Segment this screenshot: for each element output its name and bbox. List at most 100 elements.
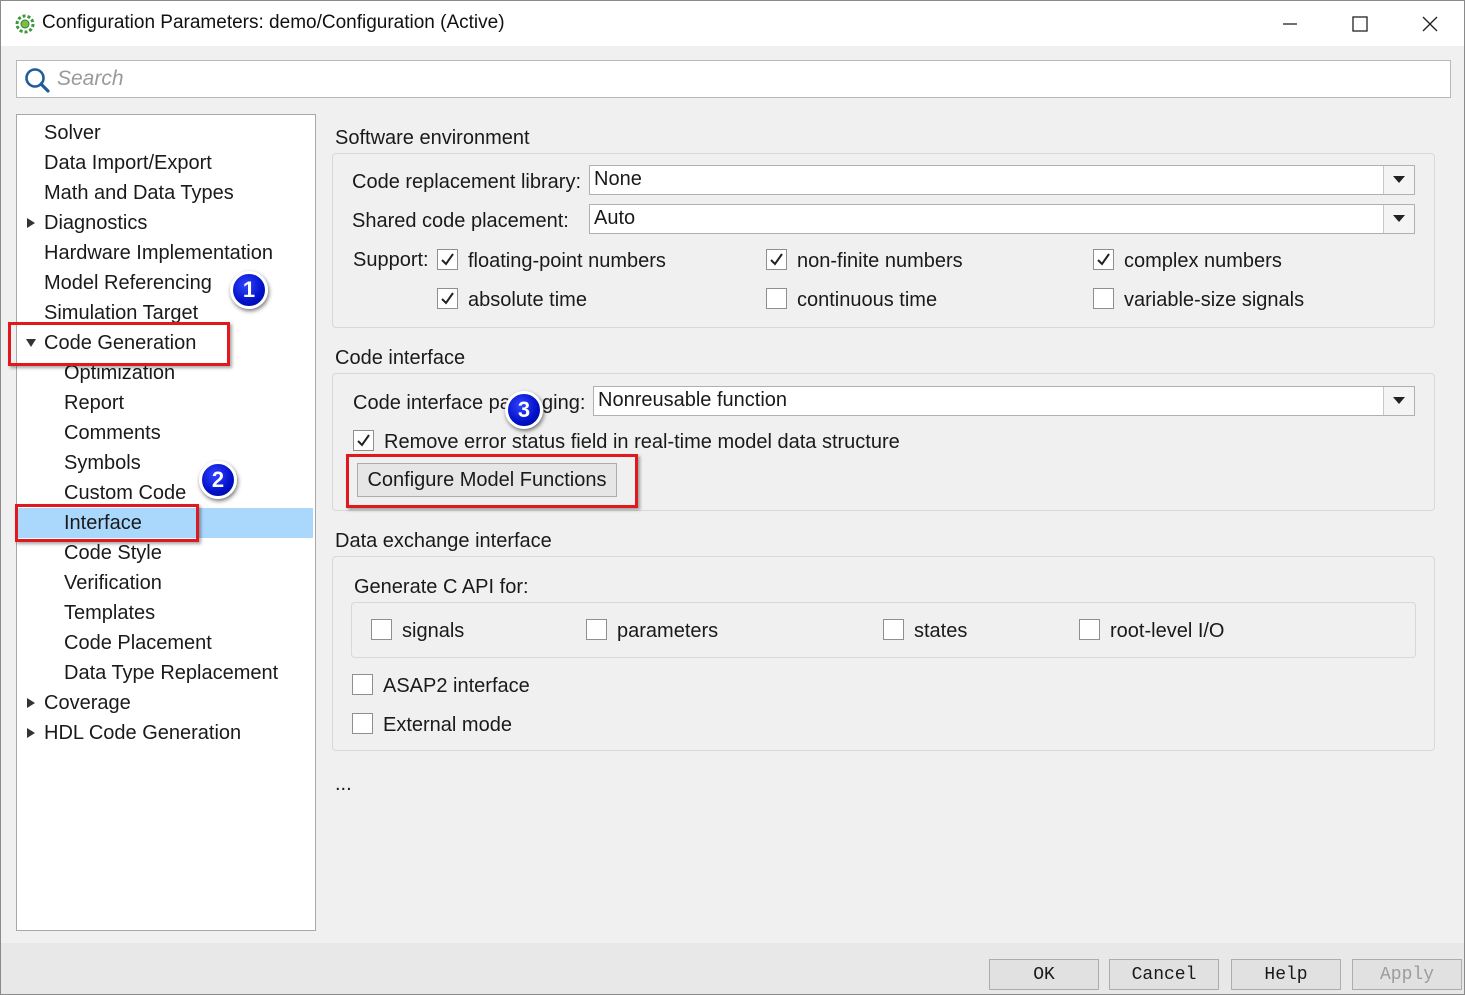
minimize-button[interactable] [1255,1,1325,46]
tree-item-label: Code Placement [64,632,212,654]
data-exchange-title: Data exchange interface [335,530,552,552]
remove-error-status-checkbox[interactable] [353,430,374,451]
expand-arrow-icon[interactable] [25,217,37,229]
tree-item-report[interactable]: Report [17,388,313,418]
packaging-value: Nonreusable function [598,389,788,411]
tree-item-coverage[interactable]: Coverage [17,688,313,718]
shared-code-dropdown-button[interactable] [1383,205,1414,233]
tree-item-model-referencing[interactable]: Model Referencing [17,268,313,298]
crl-value: None [594,168,642,190]
tree-item-label: Verification [64,572,162,594]
dialog-footer: OK Cancel Help Apply [1,943,1464,994]
expand-arrow-icon[interactable] [25,727,37,739]
floating-point-checkbox[interactable] [437,249,458,270]
tree-item-label: Symbols [64,452,141,474]
close-icon [1422,16,1438,31]
tree-item-label: Math and Data Types [44,182,234,204]
capi-signals-label: signals [402,620,465,642]
checkmark-icon [770,253,783,266]
tree-item-label: Report [64,392,125,414]
step-badge-2: 2 [199,461,237,499]
capi-states-checkbox[interactable] [883,619,904,640]
step-badge-1: 1 [230,271,268,309]
crl-label: Code replacement library: [352,171,581,193]
asap2-label: ASAP2 interface [383,675,530,697]
capi-root-io-label: root-level I/O [1110,620,1225,642]
shared-code-value: Auto [594,207,636,229]
minimize-icon [1283,22,1297,25]
external-mode-label: External mode [383,714,512,736]
dropdown-arrow-icon [1393,397,1405,404]
packaging-dropdown-button[interactable] [1383,387,1414,415]
tree-item-code-style[interactable]: Code Style [17,538,313,568]
dropdown-arrow-icon [1393,215,1405,222]
non-finite-label: non-finite numbers [797,250,963,272]
tree-item-hdl-code-generation[interactable]: HDL Code Generation [17,718,313,748]
tree-item-solver[interactable]: Solver [17,118,313,148]
absolute-time-checkbox[interactable] [437,288,458,309]
capi-signals-checkbox[interactable] [371,619,392,640]
absolute-time-label: absolute time [468,289,587,311]
tree-item-code-placement[interactable]: Code Placement [17,628,313,658]
capi-parameters-label: parameters [617,620,719,642]
cancel-button[interactable]: Cancel [1109,959,1219,990]
support-label: Support: [353,249,429,271]
continuous-time-checkbox[interactable] [766,288,787,309]
capi-parameters-checkbox[interactable] [586,619,607,640]
checkmark-icon [441,292,454,305]
highlight-interface [15,504,199,542]
close-button[interactable] [1395,1,1465,46]
variable-size-checkbox[interactable] [1093,288,1114,309]
title-bar: Configuration Parameters: demo/Configura… [1,1,1464,46]
software-env-title: Software environment [335,127,530,149]
capi-states-label: states [914,620,968,642]
complex-checkbox[interactable] [1093,249,1114,270]
tree-item-symbols[interactable]: Symbols [17,448,313,478]
packaging-select[interactable]: Nonreusable function [593,386,1415,416]
packaging-label: Code interface packaging: [353,392,586,414]
tree-item-label: Templates [64,602,156,624]
help-button[interactable]: Help [1231,959,1341,990]
maximize-button[interactable] [1325,1,1395,46]
tree-item-math-data-types[interactable]: Math and Data Types [17,178,313,208]
expand-arrow-icon[interactable] [25,697,37,709]
dropdown-arrow-icon [1393,176,1405,183]
code-interface-title: Code interface [335,347,466,369]
floating-point-label: floating-point numbers [468,250,666,272]
tree-item-label: Hardware Implementation [44,242,273,264]
asap2-checkbox[interactable] [352,674,373,695]
c-api-label: Generate C API for: [354,576,529,598]
complex-label: complex numbers [1124,250,1282,272]
highlight-code-generation [8,322,230,366]
tree-item-comments[interactable]: Comments [17,418,313,448]
config-params-window: Configuration Parameters: demo/Configura… [0,0,1465,995]
tree-item-templates[interactable]: Templates [17,598,313,628]
tree-item-verification[interactable]: Verification [17,568,313,598]
tree-item-hardware-implementation[interactable]: Hardware Implementation [17,238,313,268]
tree-item-data-type-replacement[interactable]: Data Type Replacement [17,658,313,688]
tree-item-data-import-export[interactable]: Data Import/Export [17,148,313,178]
maximize-icon [1352,15,1368,32]
external-mode-checkbox[interactable] [352,713,373,734]
tree-item-label: Solver [44,122,101,144]
capi-root-io-checkbox[interactable] [1079,619,1100,640]
tree-item-label: Code Style [64,542,162,564]
highlight-configure-button [346,454,638,508]
tree-item-label: Data Import/Export [44,152,212,174]
crl-select[interactable]: None [589,165,1415,195]
non-finite-checkbox[interactable] [766,249,787,270]
tree-item-label: Data Type Replacement [64,662,279,684]
shared-code-label: Shared code placement: [352,210,569,232]
tree-item-diagnostics[interactable]: Diagnostics [17,208,313,238]
simulink-gear-icon [15,14,35,34]
tree-item-label: Diagnostics [44,212,148,234]
search-box [16,60,1451,98]
shared-code-select[interactable]: Auto [589,204,1415,234]
window-title: Configuration Parameters: demo/Configura… [42,12,505,33]
crl-dropdown-button[interactable] [1383,166,1414,194]
tree-item-label: Comments [64,422,161,444]
search-icon [25,68,50,93]
search-input[interactable] [57,63,1437,95]
apply-button[interactable]: Apply [1352,959,1462,990]
ok-button[interactable]: OK [989,959,1099,990]
